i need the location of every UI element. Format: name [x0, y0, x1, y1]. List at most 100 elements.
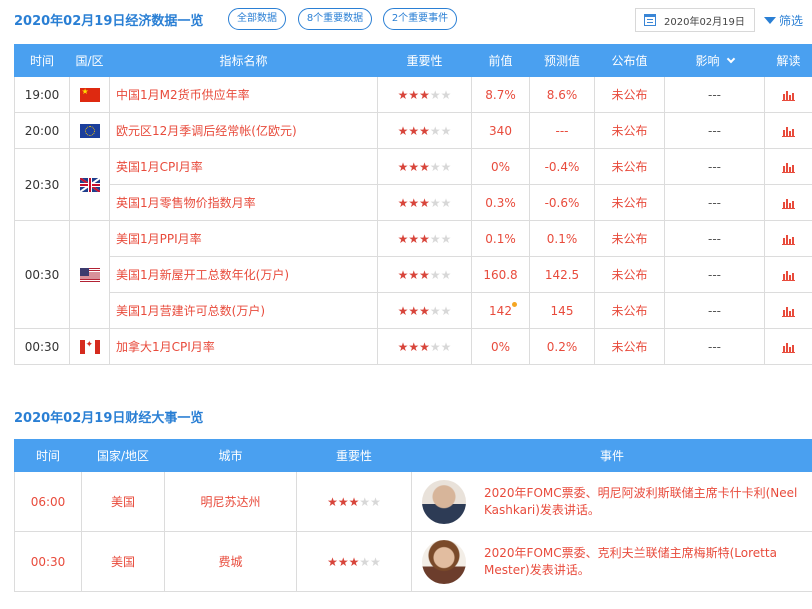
filter-button[interactable]: 筛选	[764, 12, 803, 29]
indicator-name[interactable]: 中国1月M2货币供应年率	[109, 76, 378, 113]
importance-stars: ★★★★★	[377, 184, 472, 221]
col-actual: 公布值	[594, 44, 665, 77]
importance-stars: ★★★★★	[377, 112, 472, 149]
actual-value: 未公布	[594, 328, 665, 365]
importance-stars: ★★★★★	[377, 148, 472, 185]
time-cell: 00:30	[14, 220, 70, 329]
importance-stars: ★★★★★	[377, 76, 472, 113]
top-bar: 2020年02月19日经济数据一览 全部数据 8个重要数据 2个重要事件 202…	[0, 0, 812, 40]
flag-cell	[69, 328, 110, 365]
col-city: 城市	[164, 439, 297, 472]
importance-stars: ★★★★★	[377, 256, 472, 293]
avatar	[422, 479, 466, 524]
col-importance: 重要性	[296, 439, 412, 472]
col-region: 国/区	[69, 44, 110, 77]
calendar-icon	[644, 14, 656, 26]
event-time: 00:30	[14, 531, 82, 592]
analysis-cell[interactable]	[764, 184, 812, 221]
impact-value: ---	[664, 76, 765, 113]
previous-value: 340	[471, 112, 530, 149]
filter-important-events-button[interactable]: 2个重要事件	[383, 8, 457, 30]
actual-value: 未公布	[594, 148, 665, 185]
page-title: 2020年02月19日经济数据一览	[14, 14, 204, 29]
previous-value: 0%	[471, 328, 530, 365]
bar-chart-icon[interactable]	[782, 198, 795, 209]
events-table: 时间 国家/地区 城市 重要性 事件 06:00 美国 明尼苏达州 ★★★★★ …	[14, 439, 812, 592]
table-header-row: 时间 国/区 指标名称 重要性 前值 预测值 公布值 影响 解读	[14, 44, 812, 77]
previous-value: 0.1%	[471, 220, 530, 257]
previous-value: 8.7%	[471, 76, 530, 113]
bar-chart-icon[interactable]	[782, 90, 795, 101]
date-picker[interactable]: 2020年02月19日	[635, 8, 755, 32]
bar-chart-icon[interactable]	[782, 162, 795, 173]
impact-value: ---	[664, 112, 765, 149]
actual-value: 未公布	[594, 112, 665, 149]
col-impact[interactable]: 影响	[664, 44, 765, 77]
filter-important-data-button[interactable]: 8个重要数据	[298, 8, 372, 30]
indicator-name[interactable]: 美国1月营建许可总数(万户)	[109, 292, 378, 329]
bar-chart-icon[interactable]	[782, 234, 795, 245]
filter-label: 筛选	[779, 14, 804, 28]
flag-cell	[69, 148, 110, 221]
china-flag-icon	[79, 87, 100, 102]
forecast-value: 145	[529, 292, 595, 329]
analysis-cell[interactable]	[764, 292, 812, 329]
actual-value: 未公布	[594, 184, 665, 221]
analysis-cell[interactable]	[764, 148, 812, 185]
previous-value: 160.8	[471, 256, 530, 293]
importance-stars: ★★★★★	[377, 328, 472, 365]
avatar	[422, 539, 466, 584]
indicator-name[interactable]: 欧元区12月季调后经常帐(亿欧元)	[109, 112, 378, 149]
bar-chart-icon[interactable]	[782, 306, 795, 317]
indicator-name[interactable]: 英国1月零售物价指数月率	[109, 184, 378, 221]
time-cell: 00:30	[14, 328, 70, 365]
col-time: 时间	[14, 439, 82, 472]
forecast-value: 142.5	[529, 256, 595, 293]
previous-value: 0%	[471, 148, 530, 185]
actual-value: 未公布	[594, 76, 665, 113]
us-flag-icon	[79, 267, 100, 282]
bar-chart-icon[interactable]	[782, 126, 795, 137]
table-row: 英国1月零售物价指数月率 ★★★★★ 0.3% -0.6% 未公布 ---	[15, 184, 812, 221]
col-forecast: 预测值	[529, 44, 595, 77]
events-section-title: 2020年02月19日财经大事一览	[14, 411, 204, 426]
indicator-name[interactable]: 美国1月新屋开工总数年化(万户)	[109, 256, 378, 293]
revision-dot-icon	[512, 302, 517, 307]
event-country: 美国	[81, 471, 165, 532]
analysis-cell[interactable]	[764, 220, 812, 257]
actual-value: 未公布	[594, 220, 665, 257]
impact-value: ---	[664, 292, 765, 329]
uk-flag-icon	[79, 177, 100, 192]
analysis-cell[interactable]	[764, 76, 812, 113]
event-description[interactable]: 2020年FOMC票委、克利夫兰联储主席梅斯特(Loretta Mester)发…	[484, 545, 806, 579]
table-row: 19:00 中国1月M2货币供应年率 ★★★★★ 8.7% 8.6% 未公布 -…	[14, 76, 812, 113]
time-cell: 20:30	[14, 148, 70, 221]
col-indicator: 指标名称	[109, 44, 378, 77]
indicator-name[interactable]: 加拿大1月CPI月率	[109, 328, 378, 365]
forecast-value: 0.2%	[529, 328, 595, 365]
indicator-name[interactable]: 英国1月CPI月率	[109, 148, 378, 185]
event-time: 06:00	[14, 471, 82, 532]
time-cell: 20:00	[14, 112, 70, 149]
bar-chart-icon[interactable]	[782, 342, 795, 353]
importance-stars: ★★★★★	[377, 220, 472, 257]
table-row: 美国1月新屋开工总数年化(万户) ★★★★★ 160.8 142.5 未公布 -…	[15, 256, 812, 293]
bar-chart-icon[interactable]	[782, 270, 795, 281]
impact-value: ---	[664, 184, 765, 221]
actual-value: 未公布	[594, 292, 665, 329]
forecast-value: 0.1%	[529, 220, 595, 257]
canada-flag-icon	[79, 339, 100, 354]
filter-all-data-button[interactable]: 全部数据	[228, 8, 286, 30]
analysis-cell[interactable]	[764, 112, 812, 149]
indicator-name[interactable]: 美国1月PPI月率	[109, 220, 378, 257]
col-analysis: 解读	[764, 44, 812, 77]
importance-stars: ★★★★★	[296, 471, 412, 532]
analysis-cell[interactable]	[764, 328, 812, 365]
analysis-cell[interactable]	[764, 256, 812, 293]
flag-cell	[69, 112, 110, 149]
importance-stars: ★★★★★	[377, 292, 472, 329]
event-description[interactable]: 2020年FOMC票委、明尼阿波利斯联储主席卡什卡利(Neel Kashkari…	[484, 485, 806, 519]
impact-value: ---	[664, 220, 765, 257]
col-previous: 前值	[471, 44, 530, 77]
event-country: 美国	[81, 531, 165, 592]
